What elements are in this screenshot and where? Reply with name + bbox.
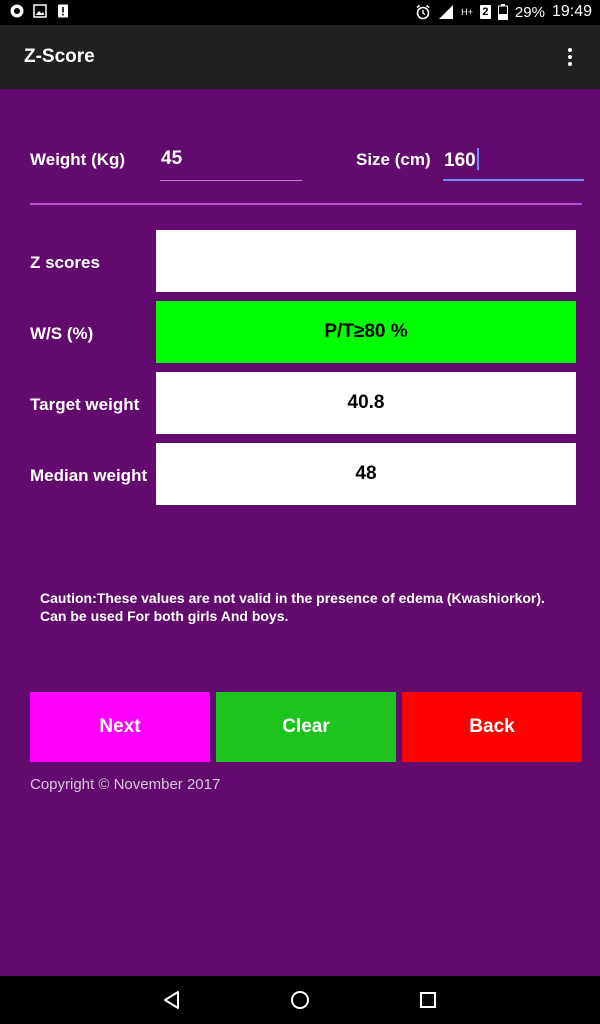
ws-percent-label: W/S (%)	[30, 324, 94, 343]
system-status: H+ 2 29% 19:49	[415, 3, 592, 21]
median-weight-value: 48	[156, 443, 576, 505]
text-cursor	[476, 148, 479, 170]
median-weight-label: Median weight	[30, 466, 148, 485]
signal-icon	[439, 5, 454, 19]
alert-file-notification-icon	[58, 4, 68, 18]
caution-line-2: Can be used For both girls And boys.	[40, 608, 289, 624]
image-notification-icon	[33, 4, 47, 18]
target-weight-label: Target weight	[30, 395, 140, 414]
target-weight-value: 40.8	[156, 372, 576, 434]
status-bar: H+ 2 29% 19:49	[0, 0, 600, 25]
ws-percent-value: P/T≥80 %	[156, 301, 576, 363]
notification-icons	[10, 4, 70, 18]
back-button[interactable]: Back	[402, 692, 582, 762]
weight-input[interactable]: 45	[160, 141, 302, 181]
copyright-text: Copyright © November 2017	[30, 776, 221, 793]
z-scores-label: Z scores	[30, 253, 100, 272]
next-button[interactable]: Next	[30, 692, 210, 762]
caution-text: Caution:These values are not valid in th…	[40, 589, 570, 625]
record-notification-icon	[10, 4, 24, 18]
nav-home-icon[interactable]	[288, 988, 312, 1012]
alarm-icon	[416, 4, 430, 20]
clear-button[interactable]: Clear	[216, 692, 396, 762]
battery-percent: 29%	[514, 3, 545, 21]
size-value: 160	[444, 150, 476, 171]
main-content: Weight (Kg) 45 Size (cm) 160 Z scores W/…	[0, 89, 600, 976]
network-type-badge: H+	[461, 7, 473, 17]
divider	[30, 203, 582, 205]
sim-number: 2	[482, 6, 489, 18]
nav-recent-apps-icon[interactable]	[416, 988, 440, 1012]
sim-badge: 2	[479, 5, 491, 19]
overflow-menu-icon[interactable]	[558, 45, 582, 69]
caution-line-1: Caution:These values are not valid in th…	[40, 590, 545, 606]
clock: 19:49	[551, 3, 592, 20]
battery-icon	[497, 4, 508, 20]
app-title: Z-Score	[24, 46, 95, 67]
size-label: Size (cm)	[356, 150, 431, 169]
z-scores-value	[156, 230, 576, 292]
weight-label: Weight (Kg)	[30, 150, 126, 169]
navigation-bar	[0, 976, 600, 1024]
nav-back-icon[interactable]	[160, 988, 184, 1012]
app-bar: Z-Score	[0, 25, 600, 89]
size-input[interactable]: 160	[443, 141, 584, 181]
weight-value: 45	[161, 148, 183, 169]
